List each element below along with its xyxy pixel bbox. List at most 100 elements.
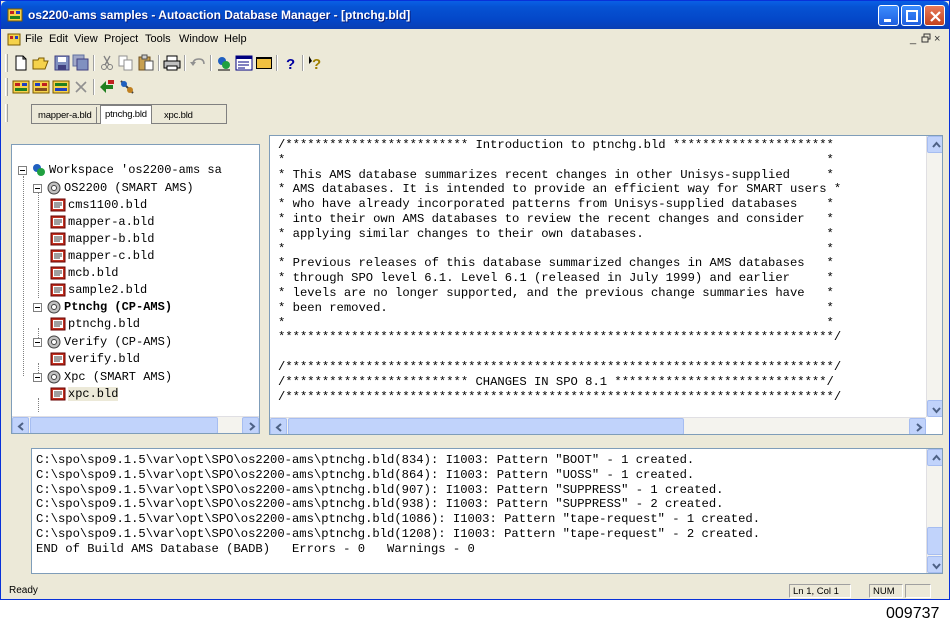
restore-icon (921, 33, 931, 43)
status-bar: Ready Ln 1, Col 1 NUM (3, 583, 947, 599)
scroll-right-button[interactable] (242, 417, 259, 433)
save-button[interactable] (53, 54, 71, 72)
arrow-down-icon (932, 407, 941, 414)
collapse-toggle[interactable] (33, 373, 42, 382)
scroll-down-button[interactable] (927, 400, 942, 417)
output-toggle-button[interactable] (235, 54, 253, 72)
save-all-button[interactable] (72, 54, 90, 72)
editor-text[interactable]: /************************* Introduction … (278, 138, 841, 404)
scroll-thumb[interactable] (288, 418, 684, 434)
menu-help[interactable]: Help (224, 33, 247, 45)
rebuild-button[interactable] (32, 78, 50, 96)
build-toolbar (3, 75, 947, 99)
tab-xpc[interactable]: xpc.bld (160, 107, 197, 124)
document-icon[interactable] (7, 33, 21, 47)
find-prev-icon (120, 80, 134, 94)
toolbar-separator (184, 55, 186, 71)
standard-toolbar: ? ? (3, 51, 947, 75)
num-lock-indicator: NUM (869, 584, 903, 598)
menu-view[interactable]: View (74, 33, 98, 45)
mdi-restore-button[interactable] (921, 33, 931, 46)
minimize-icon (884, 19, 891, 22)
editor-pane[interactable]: /************************* Introduction … (269, 135, 943, 435)
find-next-button[interactable] (98, 78, 116, 96)
arrow-up-icon (932, 454, 941, 461)
paste-button[interactable] (137, 54, 155, 72)
editor-vscrollbar[interactable] (926, 136, 942, 417)
editor-hscrollbar[interactable] (270, 417, 926, 434)
scroll-thumb[interactable] (927, 527, 942, 555)
scroll-thumb[interactable] (30, 417, 218, 433)
bld-file-icon (50, 198, 66, 212)
arrow-up-icon (932, 141, 941, 148)
minimize-button[interactable] (878, 5, 899, 26)
status-cell-empty (905, 584, 931, 598)
output-pane[interactable]: C:\spo\spo9.1.5\var\opt\SPO\os2200-ams\p… (31, 448, 943, 574)
open-icon (32, 57, 49, 70)
cut-button[interactable] (98, 54, 116, 72)
toolbar-grip[interactable] (5, 78, 8, 96)
toolbar-grip[interactable] (5, 54, 8, 72)
print-button[interactable] (163, 54, 181, 72)
title-bar[interactable]: os2200-ams samples - Autoaction Database… (1, 1, 949, 29)
scroll-right-button[interactable] (909, 418, 926, 434)
document-tab-bar: mapper-a.bld ptnchg.bld xpc.bld (3, 99, 947, 127)
bld-file-icon (50, 352, 66, 366)
stop-build-button[interactable] (72, 78, 90, 96)
output-vscrollbar[interactable] (926, 449, 942, 573)
build-button[interactable] (12, 78, 30, 96)
maximize-button[interactable] (901, 5, 922, 26)
menu-window[interactable]: Window (179, 33, 218, 45)
project-icon (47, 370, 61, 384)
bld-file-icon (50, 232, 66, 246)
context-help-button[interactable]: ? (307, 54, 325, 73)
scroll-left-button[interactable] (12, 417, 29, 433)
scroll-left-button[interactable] (270, 418, 287, 434)
menu-file[interactable]: File (25, 33, 43, 45)
collapse-toggle[interactable] (18, 166, 27, 175)
output-icon (235, 55, 253, 71)
window-title: os2200-ams samples - Autoaction Database… (28, 8, 411, 22)
mdi-minimize-button[interactable]: _ (910, 33, 916, 45)
save-icon (54, 55, 70, 71)
toolbar-separator (93, 79, 95, 95)
new-button[interactable] (12, 54, 30, 72)
toolbar-separator (93, 55, 95, 71)
new-icon (15, 55, 27, 71)
open-button[interactable] (32, 54, 50, 72)
fullscreen-button[interactable] (255, 54, 273, 72)
bld-file-icon (50, 317, 66, 331)
copy-button[interactable] (117, 54, 135, 72)
tabbar-grip[interactable] (5, 104, 8, 122)
menu-tools[interactable]: Tools (145, 33, 171, 45)
fullscreen-icon (256, 57, 272, 69)
project-icon (47, 300, 61, 314)
build-all-icon (52, 80, 70, 94)
help-button[interactable]: ? (281, 54, 299, 73)
workspace-hscrollbar[interactable] (12, 416, 259, 433)
find-prev-button[interactable] (118, 78, 136, 96)
arrow-down-icon (932, 563, 941, 570)
tab-ptnchg[interactable]: ptnchg.bld (100, 105, 152, 124)
app-icon (7, 8, 23, 22)
close-button[interactable] (924, 5, 945, 26)
bld-file-icon (50, 387, 66, 401)
toolbar-separator (158, 55, 160, 71)
menu-project[interactable]: Project (104, 33, 138, 45)
scroll-down-button[interactable] (927, 556, 942, 573)
cut-icon (101, 55, 113, 70)
collapse-toggle[interactable] (33, 184, 42, 193)
tree-line (38, 193, 39, 298)
collapse-toggle[interactable] (33, 338, 42, 347)
tab-mapper-a[interactable]: mapper-a.bld (34, 107, 97, 124)
tree-line (23, 176, 24, 376)
collapse-toggle[interactable] (33, 303, 42, 312)
scroll-up-button[interactable] (927, 449, 942, 466)
bld-file-icon (50, 215, 66, 229)
build-all-button[interactable] (52, 78, 70, 96)
menu-edit[interactable]: Edit (49, 33, 68, 45)
undo-button[interactable] (189, 54, 207, 72)
workspace-toggle-button[interactable] (215, 54, 233, 72)
scroll-up-button[interactable] (927, 136, 942, 153)
mdi-close-button[interactable]: × (934, 33, 940, 45)
